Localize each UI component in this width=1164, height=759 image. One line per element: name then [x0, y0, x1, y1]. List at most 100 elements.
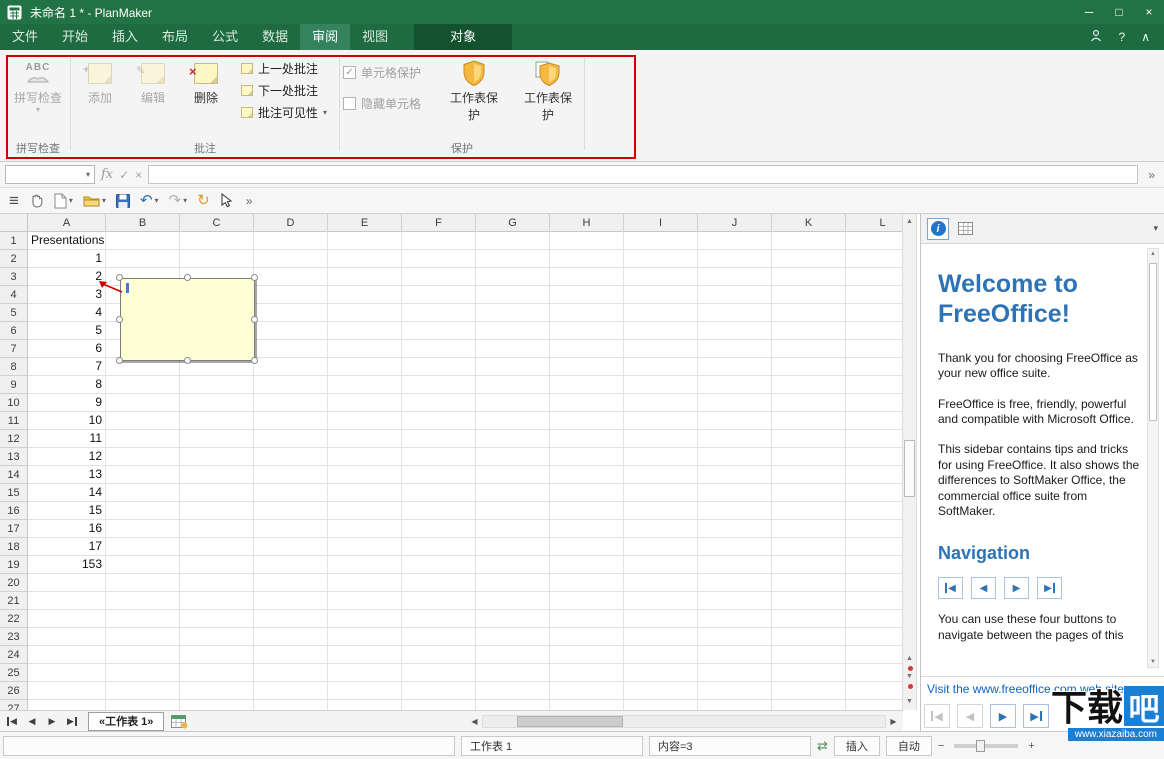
cell-C1[interactable]: [180, 232, 254, 250]
cell-H20[interactable]: [550, 574, 624, 592]
feedback-icon[interactable]: [1089, 29, 1103, 45]
horizontal-scrollbar[interactable]: [482, 714, 886, 728]
cell-C24[interactable]: [180, 646, 254, 664]
vertical-scrollbar[interactable]: ▲ ▲ ▼ ▼: [902, 214, 917, 710]
cell-E25[interactable]: [328, 664, 402, 682]
split-up-icon[interactable]: ▲: [903, 654, 916, 664]
row-header-26[interactable]: 26: [0, 682, 28, 700]
cell-G5[interactable]: [476, 304, 550, 322]
open-file-button[interactable]: ▾: [83, 194, 106, 207]
comment-visibility-button[interactable]: 批注可见性 ▾: [241, 105, 327, 120]
row-header-17[interactable]: 17: [0, 520, 28, 538]
cell-F1[interactable]: [402, 232, 476, 250]
menu-tab-4[interactable]: 布局: [150, 24, 200, 50]
cell-I6[interactable]: [624, 322, 698, 340]
cell-C26[interactable]: [180, 682, 254, 700]
cell-C12[interactable]: [180, 430, 254, 448]
cell-D15[interactable]: [254, 484, 328, 502]
add-comment-button[interactable]: + 添加: [76, 52, 124, 140]
cell-G26[interactable]: [476, 682, 550, 700]
row-header-20[interactable]: 20: [0, 574, 28, 592]
cell-B21[interactable]: [106, 592, 180, 610]
cell-D10[interactable]: [254, 394, 328, 412]
cell-F22[interactable]: [402, 610, 476, 628]
cell-A14[interactable]: 13: [28, 466, 106, 484]
cell-L19[interactable]: [846, 556, 902, 574]
cell-A25[interactable]: [28, 664, 106, 682]
cell-F12[interactable]: [402, 430, 476, 448]
cell-E19[interactable]: [328, 556, 402, 574]
cell-A7[interactable]: 6: [28, 340, 106, 358]
resize-handle-n[interactable]: [184, 274, 191, 281]
cell-E3[interactable]: [328, 268, 402, 286]
cell-K15[interactable]: [772, 484, 846, 502]
cell-I16[interactable]: [624, 502, 698, 520]
cell-D23[interactable]: [254, 628, 328, 646]
cell-G11[interactable]: [476, 412, 550, 430]
cell-H17[interactable]: [550, 520, 624, 538]
zoom-out-button[interactable]: −: [938, 740, 944, 752]
cell-F11[interactable]: [402, 412, 476, 430]
cell-K8[interactable]: [772, 358, 846, 376]
formula-bar-overflow-button[interactable]: »: [1144, 168, 1159, 182]
row-header-11[interactable]: 11: [0, 412, 28, 430]
row-header-13[interactable]: 13: [0, 448, 28, 466]
cell-G17[interactable]: [476, 520, 550, 538]
cell-I9[interactable]: [624, 376, 698, 394]
toolbar-overflow-button[interactable]: »: [242, 194, 257, 208]
row-header-6[interactable]: 6: [0, 322, 28, 340]
cell-I15[interactable]: [624, 484, 698, 502]
cell-B13[interactable]: [106, 448, 180, 466]
cell-I23[interactable]: [624, 628, 698, 646]
cell-G10[interactable]: [476, 394, 550, 412]
cell-A2[interactable]: 1: [28, 250, 106, 268]
cell-C17[interactable]: [180, 520, 254, 538]
cell-J8[interactable]: [698, 358, 772, 376]
cell-D22[interactable]: [254, 610, 328, 628]
cell-H24[interactable]: [550, 646, 624, 664]
cell-G18[interactable]: [476, 538, 550, 556]
cell-A11[interactable]: 10: [28, 412, 106, 430]
nav-previous-page-button[interactable]: ◀: [971, 577, 996, 600]
sheet-protection-button[interactable]: 工作表保护: [445, 52, 503, 140]
cell-L3[interactable]: [846, 268, 902, 286]
nav-previous-page-button-2[interactable]: ◀: [957, 704, 983, 728]
cell-L23[interactable]: [846, 628, 902, 646]
cell-I10[interactable]: [624, 394, 698, 412]
cell-H23[interactable]: [550, 628, 624, 646]
sidebar-scrollbar[interactable]: ▲ ▼: [1147, 248, 1159, 668]
column-header-G[interactable]: G: [476, 214, 550, 232]
recalculate-icon[interactable]: ⇄: [817, 738, 828, 754]
comment-box[interactable]: [120, 278, 255, 361]
cell-F26[interactable]: [402, 682, 476, 700]
cell-K23[interactable]: [772, 628, 846, 646]
cell-G3[interactable]: [476, 268, 550, 286]
cell-D11[interactable]: [254, 412, 328, 430]
cell-E24[interactable]: [328, 646, 402, 664]
cell-A13[interactable]: 12: [28, 448, 106, 466]
cell-K26[interactable]: [772, 682, 846, 700]
cell-L6[interactable]: [846, 322, 902, 340]
cell-A5[interactable]: 4: [28, 304, 106, 322]
cell-D1[interactable]: [254, 232, 328, 250]
cell-protection-checkbox[interactable]: ✓ 单元格保护: [343, 64, 439, 81]
cell-E20[interactable]: [328, 574, 402, 592]
cell-C13[interactable]: [180, 448, 254, 466]
cell-I5[interactable]: [624, 304, 698, 322]
cell-D9[interactable]: [254, 376, 328, 394]
nav-last-page-button[interactable]: ▶: [1037, 577, 1062, 600]
horizontal-scroll-thumb[interactable]: [517, 715, 623, 727]
cell-E11[interactable]: [328, 412, 402, 430]
cell-L13[interactable]: [846, 448, 902, 466]
row-header-4[interactable]: 4: [0, 286, 28, 304]
cell-J10[interactable]: [698, 394, 772, 412]
cell-I18[interactable]: [624, 538, 698, 556]
cell-F3[interactable]: [402, 268, 476, 286]
cell-H10[interactable]: [550, 394, 624, 412]
row-header-24[interactable]: 24: [0, 646, 28, 664]
cell-G1[interactable]: [476, 232, 550, 250]
cell-L14[interactable]: [846, 466, 902, 484]
save-button[interactable]: [115, 193, 130, 208]
cell-K12[interactable]: [772, 430, 846, 448]
cell-A6[interactable]: 5: [28, 322, 106, 340]
